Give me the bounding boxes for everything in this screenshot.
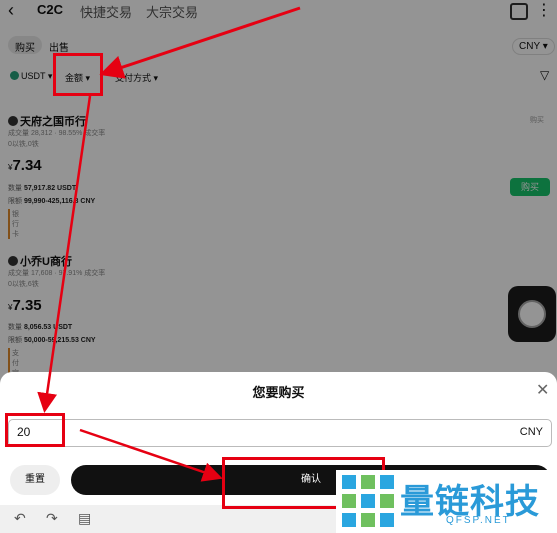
watermark-subtext: QFSP.NET [446,515,511,526]
watermark: 量链科技 QFSP.NET [336,470,557,533]
annotation-arrows [37,6,301,482]
arrow-to-amount-filter [99,6,301,79]
watermark-logo [342,475,394,527]
arrow-to-confirm [79,428,223,482]
arrow-to-amount-input [37,95,92,413]
